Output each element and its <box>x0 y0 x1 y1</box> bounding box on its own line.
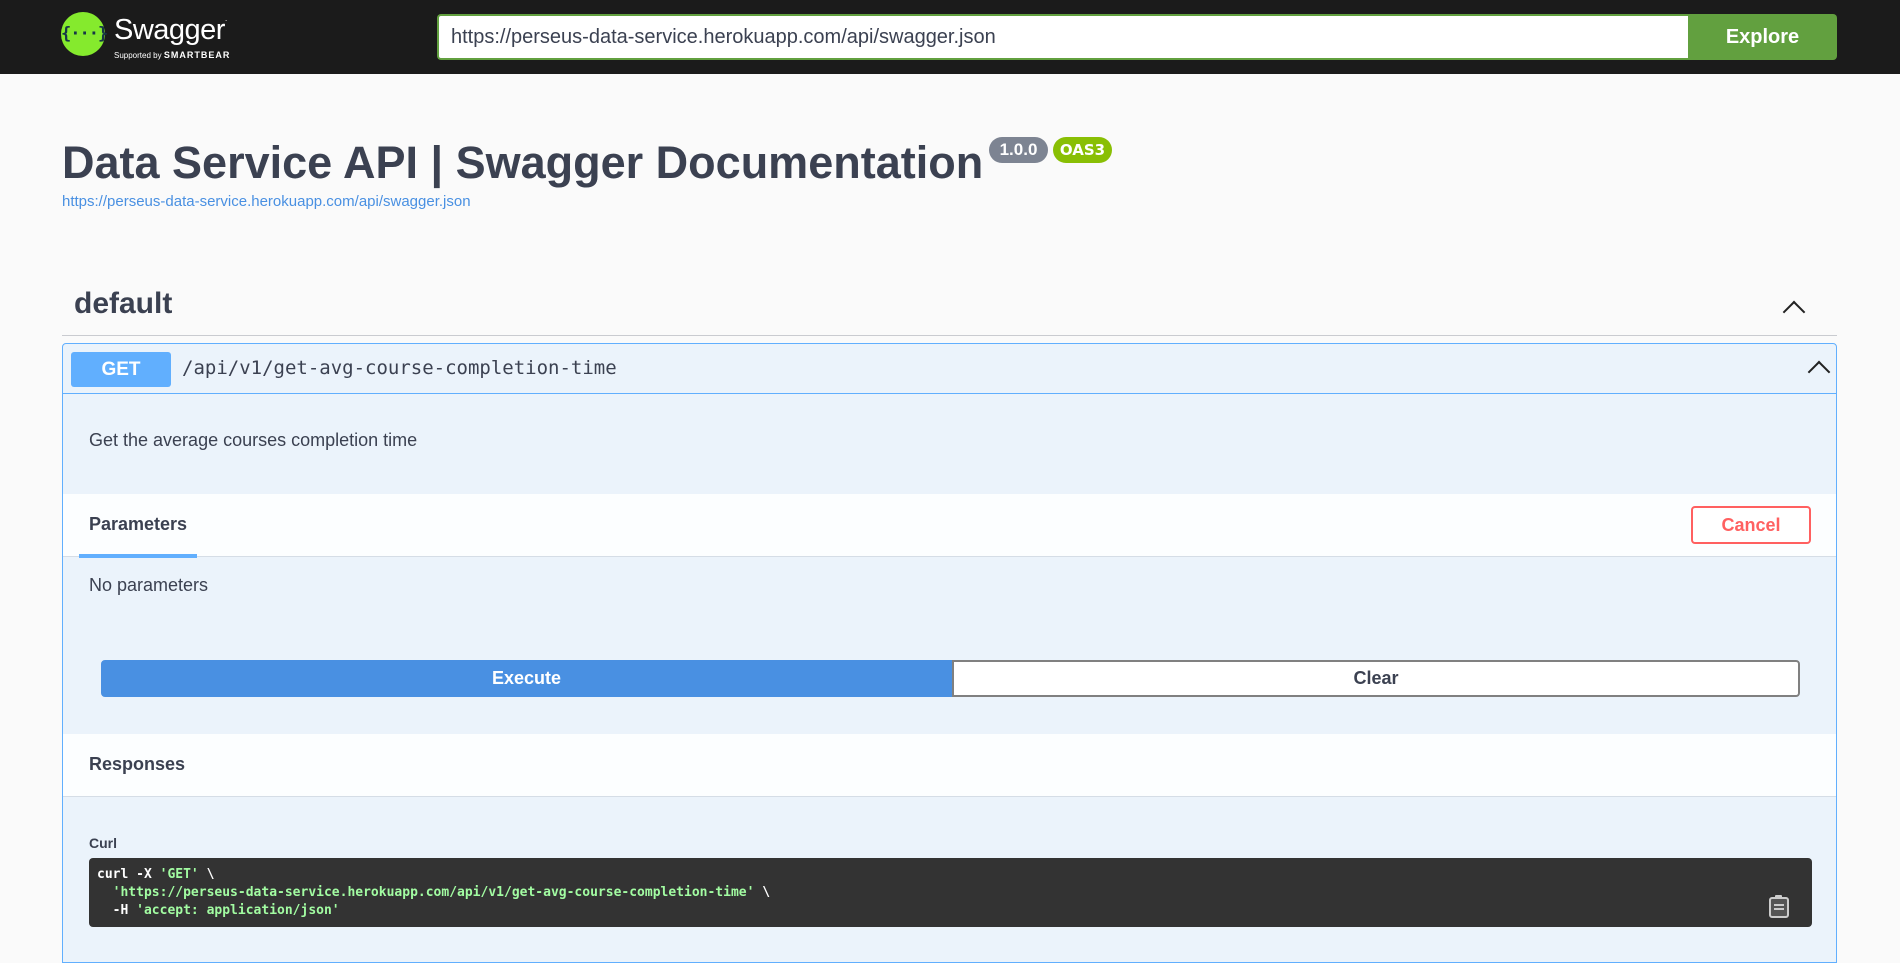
clear-button[interactable]: Clear <box>952 660 1800 697</box>
swagger-logo-icon: {···} <box>61 12 108 56</box>
method-badge: GET <box>71 352 171 387</box>
logo-supported-by: Supported by <box>114 51 162 60</box>
responses-title: Responses <box>89 754 186 774</box>
operation-path: /api/v1/get-avg-course-completion-time <box>182 357 617 379</box>
spec-url-link[interactable]: https://perseus-data-service.herokuapp.c… <box>62 193 471 210</box>
tab-parameters[interactable]: Parameters <box>79 494 198 558</box>
version-badge: 1.0.0 <box>989 137 1048 163</box>
topbar: {···} Swagger. Supported by SMARTBEAR Ex… <box>0 0 1900 74</box>
curl-continuation: \ <box>198 867 215 882</box>
cancel-button[interactable]: Cancel <box>1691 506 1811 544</box>
logo-name: Swagger <box>114 14 225 46</box>
curl-continuation: \ <box>754 885 771 900</box>
curl-cmd: curl -X <box>97 867 160 882</box>
operation-description: Get the average courses completion time <box>89 430 418 450</box>
trademark-mark: . <box>224 14 227 23</box>
oas-badge: OAS3 <box>1053 137 1112 163</box>
curl-url: 'https://perseus-data-service.herokuapp.… <box>112 885 755 900</box>
chevron-up-icon[interactable] <box>1807 360 1831 384</box>
chevron-up-icon[interactable] <box>1782 300 1806 324</box>
operation-block: GET /api/v1/get-avg-course-completion-ti… <box>62 343 1837 963</box>
logo-brand: SMARTBEAR <box>163 50 231 60</box>
curl-header-flag: -H <box>97 903 137 918</box>
explore-button[interactable]: Explore <box>1688 14 1837 60</box>
parameters-header: Parameters Cancel <box>63 494 1836 558</box>
no-parameters-text: No parameters <box>89 575 209 595</box>
operation-summary[interactable]: GET /api/v1/get-avg-course-completion-ti… <box>63 344 1836 394</box>
curl-label: Curl <box>89 835 117 851</box>
curl-method: 'GET' <box>159 867 199 882</box>
copy-to-clipboard-icon[interactable] <box>1769 895 1789 918</box>
curl-code-block: curl -X 'GET' \ 'https://perseus-data-se… <box>89 858 1812 927</box>
spec-url-input[interactable] <box>437 14 1688 60</box>
page-title: Data Service API | Swagger Documentation <box>62 137 984 188</box>
tag-name: default <box>74 287 173 320</box>
execute-button[interactable]: Execute <box>101 660 952 697</box>
responses-header: Responses <box>63 734 1836 797</box>
curl-header: 'accept: application/json' <box>136 903 340 918</box>
tag-section-default[interactable]: default <box>62 283 1837 336</box>
